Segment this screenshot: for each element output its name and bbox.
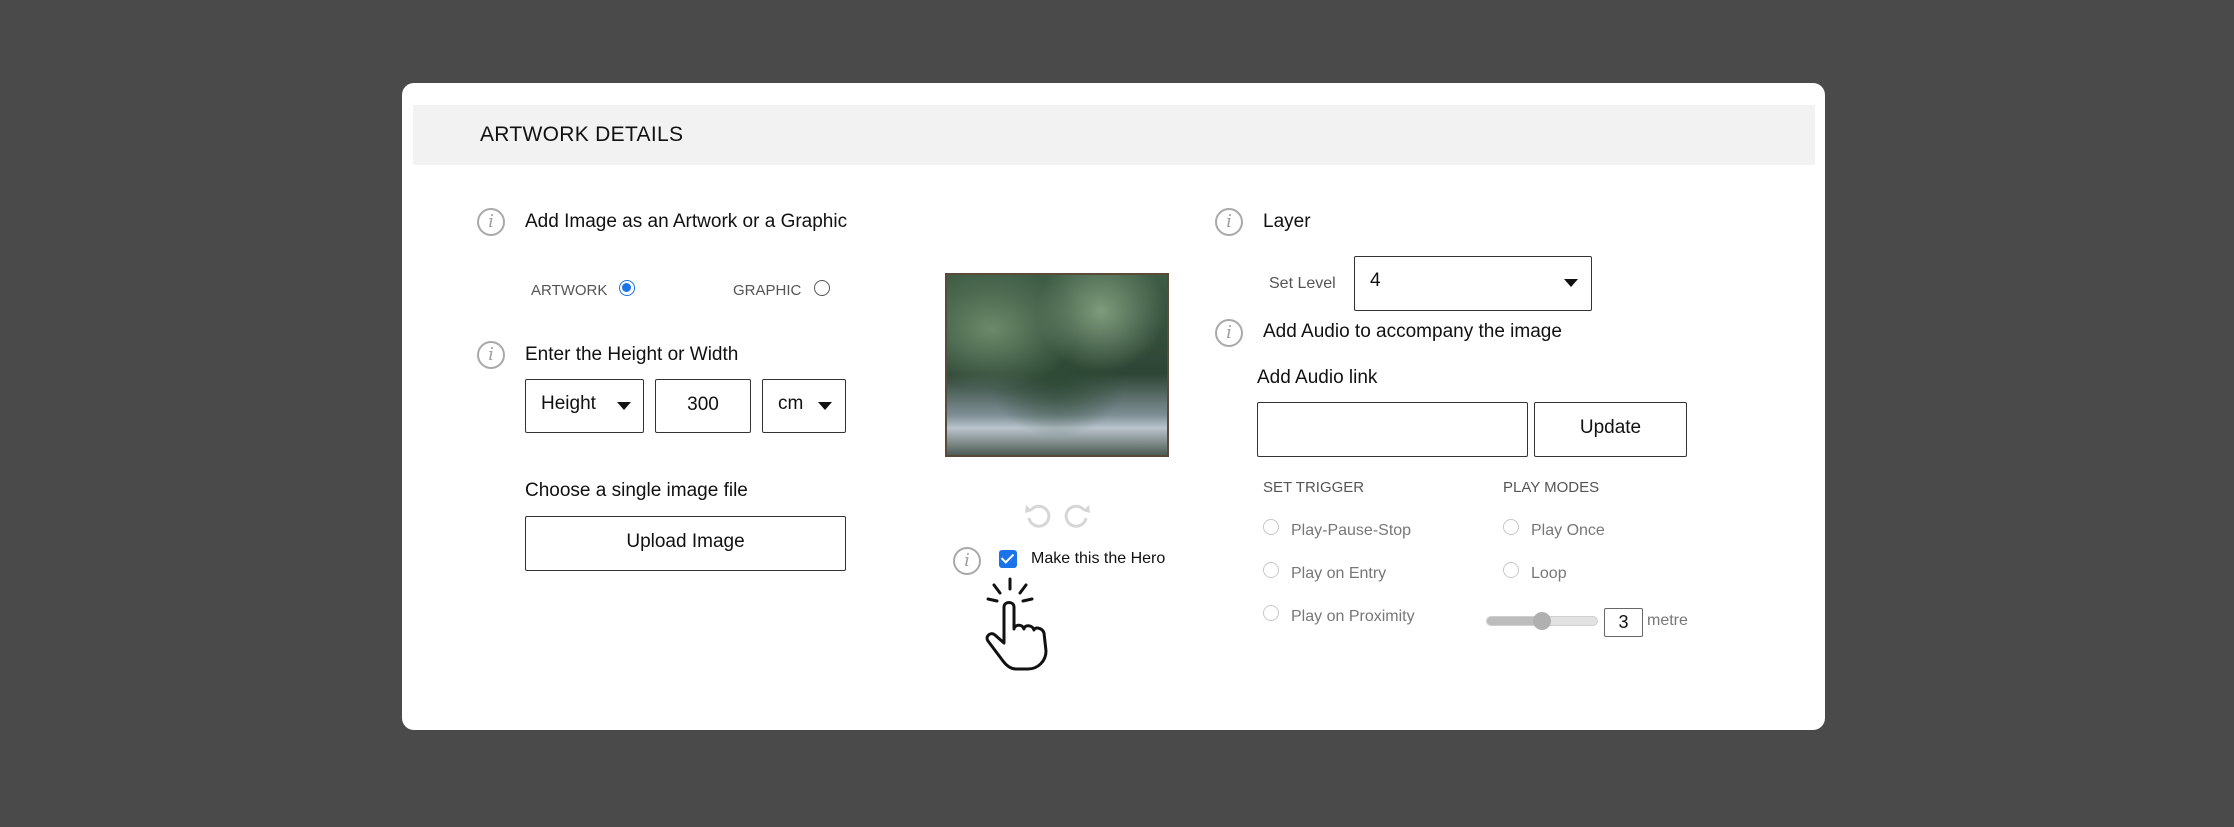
set-trigger-heading: SET TRIGGER: [1263, 479, 1365, 496]
set-level-label: Set Level: [1269, 275, 1336, 292]
proximity-input[interactable]: 3: [1604, 608, 1643, 637]
info-icon[interactable]: i: [1215, 319, 1243, 347]
update-label: Update: [1579, 417, 1642, 438]
panel-header: ARTWORK DETAILS: [413, 105, 1815, 165]
proximity-slider[interactable]: [1486, 612, 1598, 630]
size-input-value: 300: [687, 394, 719, 415]
upload-image-button[interactable]: Upload Image: [525, 516, 846, 571]
audio-heading: Add Audio to accompany the image: [1263, 321, 1562, 342]
upload-image-label: Upload Image: [626, 531, 745, 552]
unit-select[interactable]: cm: [762, 379, 846, 433]
audio-link-label: Add Audio link: [1257, 367, 1378, 388]
info-icon[interactable]: i: [477, 341, 505, 369]
redo-icon[interactable]: [1062, 500, 1092, 530]
image-preview-picture: [947, 275, 1167, 455]
panel-title: ARTWORK DETAILS: [480, 123, 684, 146]
graphic-radio[interactable]: [814, 280, 830, 296]
trigger-label-play-on-entry: Play on Entry: [1291, 565, 1387, 582]
trigger-radio-play-on-proximity[interactable]: [1263, 605, 1279, 621]
pointer-hand-icon: [985, 577, 1048, 671]
dimension-select[interactable]: Height: [525, 379, 644, 433]
hero-checkbox[interactable]: [999, 550, 1017, 568]
unit-select-value: cm: [778, 393, 804, 414]
artwork-radio[interactable]: [619, 280, 635, 296]
artwork-type-heading: Add Image as an Artwork or a Graphic: [525, 211, 848, 232]
play-mode-radio-play-once[interactable]: [1503, 519, 1519, 535]
audio-link-input[interactable]: [1257, 402, 1528, 457]
hero-label: Make this the Hero: [1031, 550, 1166, 567]
proximity-value: 3: [1618, 612, 1629, 632]
level-select-value: 4: [1370, 270, 1381, 291]
play-mode-label-loop: Loop: [1531, 565, 1567, 582]
proximity-unit: metre: [1647, 612, 1688, 629]
size-heading: Enter the Height or Width: [525, 344, 739, 365]
undo-icon[interactable]: [1023, 500, 1053, 530]
trigger-label-play-on-proximity: Play on Proximity: [1291, 608, 1415, 625]
trigger-radio-play-pause-stop[interactable]: [1263, 519, 1279, 535]
graphic-option-label: GRAPHIC: [733, 282, 802, 299]
play-mode-label-play-once: Play Once: [1531, 522, 1605, 539]
play-mode-radio-loop[interactable]: [1503, 562, 1519, 578]
update-button[interactable]: Update: [1534, 402, 1687, 457]
image-preview: [945, 273, 1169, 457]
info-icon[interactable]: i: [477, 208, 505, 236]
info-icon[interactable]: i: [953, 547, 981, 575]
file-heading: Choose a single image file: [525, 480, 748, 501]
size-input[interactable]: 300: [655, 379, 751, 433]
dimension-select-value: Height: [541, 393, 596, 414]
trigger-label-play-pause-stop: Play-Pause-Stop: [1291, 522, 1412, 539]
chevron-down-icon: [1564, 279, 1578, 287]
trigger-radio-play-on-entry[interactable]: [1263, 562, 1279, 578]
play-modes-heading: PLAY MODES: [1503, 479, 1600, 496]
artwork-option-label: ARTWORK: [531, 282, 608, 299]
chevron-down-icon: [617, 402, 631, 410]
layer-heading: Layer: [1263, 211, 1311, 232]
proximity-slider-handle[interactable]: [1533, 612, 1551, 630]
info-icon[interactable]: i: [1215, 208, 1243, 236]
level-select[interactable]: 4: [1354, 256, 1592, 311]
chevron-down-icon: [818, 402, 832, 410]
artwork-details-panel: ARTWORK DETAILS i Add Image as an Artwor…: [402, 83, 1825, 730]
